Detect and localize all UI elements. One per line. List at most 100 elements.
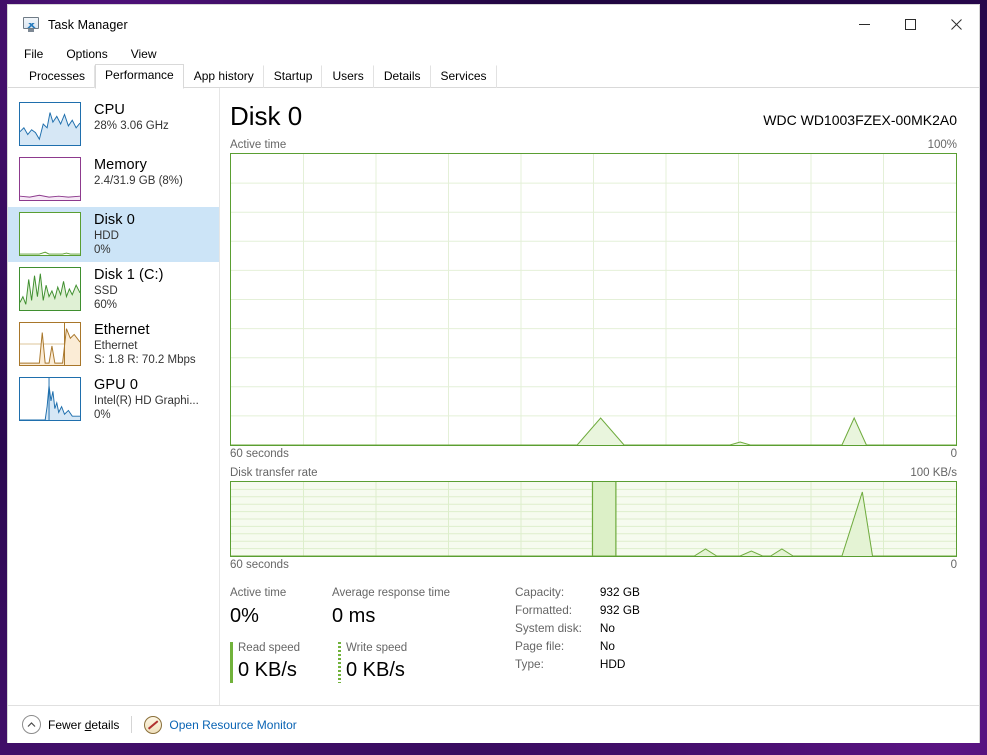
menu-item-view[interactable]: View xyxy=(128,46,160,62)
fewer-details-text: Fewer xyxy=(48,717,85,732)
transfer-rate-axis-left: 60 seconds xyxy=(230,559,289,571)
transfer-rate-axis-labels: 60 seconds 0 xyxy=(230,559,957,571)
ethernet-thumbnail-graph xyxy=(19,322,81,366)
sidebar-item-sub1: SSD xyxy=(94,285,118,297)
page-title: Disk 0 xyxy=(230,101,303,131)
info-key: Capacity: xyxy=(515,585,565,599)
info-key: System disk: xyxy=(515,621,582,635)
info-value: No xyxy=(599,639,615,653)
sidebar-item-disk-1[interactable]: Disk 1 (C:) SSD 60% xyxy=(8,262,219,317)
sidebar-item-cpu[interactable]: CPU 28% 3.06 GHz xyxy=(8,97,219,152)
disk-transfer-rate-graph xyxy=(230,481,957,557)
sidebar-item-label: GPU 0 xyxy=(94,377,139,393)
disk-model: WDC WD1003FZEX-00MK2A0 xyxy=(763,112,957,128)
active-time-graph xyxy=(230,153,957,446)
tab-processes[interactable]: Processes xyxy=(19,65,96,88)
sidebar-item-sub1: 2.4/31.9 GB (8%) xyxy=(94,175,183,187)
menu-item-options[interactable]: Options xyxy=(63,46,110,62)
active-time-stat: Active time 0% xyxy=(230,585,308,631)
fewer-details-text-end: etails xyxy=(91,717,120,732)
tab-performance[interactable]: Performance xyxy=(95,64,184,89)
info-key: Formatted: xyxy=(515,603,573,617)
resource-sidebar: CPU 28% 3.06 GHz Memory 2.4/31.9 GB (8%) xyxy=(8,88,220,705)
window-controls xyxy=(841,5,979,44)
info-key: Type: xyxy=(515,657,544,671)
sidebar-item-label: Memory xyxy=(94,157,147,173)
tab-services[interactable]: Services xyxy=(431,65,497,88)
open-resource-monitor-link[interactable]: Open Resource Monitor xyxy=(144,715,297,734)
sidebar-item-sub1: Intel(R) HD Graphi... xyxy=(94,395,199,407)
fewer-details-button[interactable]: Fewer details xyxy=(22,715,119,734)
task-manager-icon xyxy=(22,16,40,33)
minimize-button[interactable] xyxy=(841,5,887,44)
sidebar-item-label: Disk 1 (C:) xyxy=(94,267,164,283)
info-row: Page file: No xyxy=(515,639,640,657)
cpu-thumbnail-graph xyxy=(19,102,81,146)
sidebar-item-label: Disk 0 xyxy=(94,212,135,228)
sidebar-item-ethernet[interactable]: Ethernet Ethernet S: 1.8 R: 70.2 Mbps xyxy=(8,317,219,372)
active-time-axis-labels: 60 seconds 0 xyxy=(230,448,957,460)
active-time-stat-value: 0% xyxy=(230,605,259,627)
close-button[interactable] xyxy=(933,5,979,44)
sidebar-item-gpu-0[interactable]: GPU 0 Intel(R) HD Graphi... 0% xyxy=(8,372,219,427)
disk0-thumbnail-graph xyxy=(19,212,81,256)
open-resource-monitor-label: Open Resource Monitor xyxy=(169,717,297,732)
disk-info-table: Capacity: 932 GB Formatted: 932 GB Syste… xyxy=(515,585,640,684)
sidebar-item-sub1: 28% 3.06 GHz xyxy=(94,120,169,132)
sidebar-item-sub2: 0% xyxy=(94,409,111,421)
disk1-thumbnail-graph xyxy=(19,267,81,311)
transfer-rate-axis-right: 0 xyxy=(950,559,957,571)
tab-app-history[interactable]: App history xyxy=(184,65,264,88)
transfer-rate-label: Disk transfer rate xyxy=(230,467,318,479)
sidebar-item-sub1: Ethernet xyxy=(94,340,138,352)
sidebar-item-label: Ethernet xyxy=(94,322,150,338)
stats-area: Active time 0% Average response time 0 m… xyxy=(230,585,957,684)
info-row: Capacity: 932 GB xyxy=(515,585,640,603)
active-time-max: 100% xyxy=(927,139,957,151)
active-time-axis-left: 60 seconds xyxy=(230,448,289,460)
tab-users[interactable]: Users xyxy=(322,65,374,88)
avg-response-stat-value: 0 ms xyxy=(332,605,376,627)
active-time-axis-right: 0 xyxy=(950,448,957,460)
write-speed-value: 0 KB/s xyxy=(346,659,405,681)
info-value: 932 GB xyxy=(599,603,640,617)
transfer-rate-max: 100 KB/s xyxy=(910,467,957,479)
active-time-stat-label: Active time xyxy=(230,587,287,599)
tab-details[interactable]: Details xyxy=(374,65,431,88)
info-value: 932 GB xyxy=(599,585,640,599)
info-value: HDD xyxy=(599,657,626,671)
sidebar-item-label: CPU xyxy=(94,102,125,118)
sidebar-item-sub2: 60% xyxy=(94,299,118,311)
tab-startup[interactable]: Startup xyxy=(264,65,323,88)
read-speed-stat: Read speed 0 KB/s xyxy=(230,641,316,684)
title-bar: Task Manager xyxy=(8,5,979,44)
performance-detail-panel: Disk 0 WDC WD1003FZEX-00MK2A0 Active tim… xyxy=(220,88,979,705)
read-speed-value: 0 KB/s xyxy=(238,659,297,681)
avg-response-stat: Average response time 0 ms xyxy=(332,585,503,631)
menu-item-file[interactable]: File xyxy=(21,46,46,62)
sidebar-item-sub2: 0% xyxy=(94,244,111,256)
info-row: Formatted: 932 GB xyxy=(515,603,640,621)
fewer-details-label: Fewer details xyxy=(48,718,119,732)
transfer-rate-graph-labels: Disk transfer rate 100 KB/s xyxy=(230,467,957,479)
write-speed-label: Write speed xyxy=(346,642,408,654)
resource-monitor-icon xyxy=(144,715,163,734)
active-time-label: Active time xyxy=(230,139,287,151)
tab-strip: Processes Performance App history Startu… xyxy=(8,64,979,89)
task-manager-window: Task Manager File Options View Processes… xyxy=(8,5,979,743)
detail-header: Disk 0 WDC WD1003FZEX-00MK2A0 xyxy=(230,100,957,132)
window-title: Task Manager xyxy=(48,17,128,32)
info-value: No xyxy=(599,621,615,635)
maximize-button[interactable] xyxy=(887,5,933,44)
sidebar-item-sub1: HDD xyxy=(94,230,119,242)
info-row: System disk: No xyxy=(515,621,640,639)
memory-thumbnail-graph xyxy=(19,157,81,201)
avg-response-stat-label: Average response time xyxy=(332,587,451,599)
chevron-up-icon xyxy=(22,715,41,734)
read-speed-label: Read speed xyxy=(238,642,301,654)
info-key: Page file: xyxy=(515,639,565,653)
sidebar-item-disk-0[interactable]: Disk 0 HDD 0% xyxy=(8,207,219,262)
write-speed-stat: Write speed 0 KB/s xyxy=(338,641,446,684)
menu-bar: File Options View xyxy=(8,44,979,64)
sidebar-item-memory[interactable]: Memory 2.4/31.9 GB (8%) xyxy=(8,152,219,207)
